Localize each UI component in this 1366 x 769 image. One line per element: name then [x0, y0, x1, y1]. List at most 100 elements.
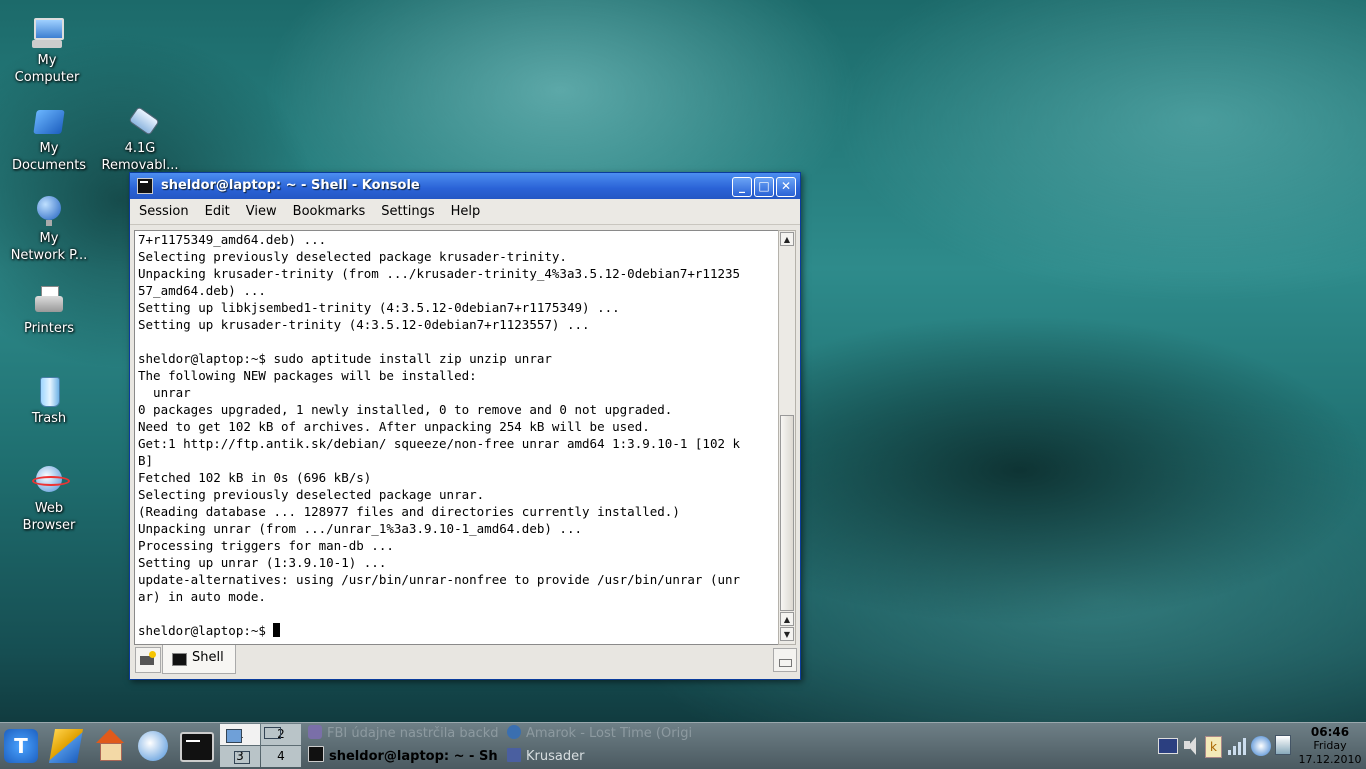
terminal-output[interactable]: 7+r1175349_amd64.deb) ... Selecting previ…	[134, 230, 779, 645]
krusader-icon	[507, 748, 521, 762]
volume-icon[interactable]	[1182, 736, 1198, 756]
documents-folder-icon	[32, 104, 66, 138]
terminal-line: Setting up krusader-trinity (4:3.5.12-0d…	[138, 317, 590, 332]
network-globe-icon	[32, 194, 66, 228]
terminal-line: unrar	[138, 385, 191, 400]
terminal-line: Fetched 102 kB in 0s (696 kB/s)	[138, 470, 372, 485]
menu-edit[interactable]: Edit	[196, 199, 237, 219]
terminal-prompt-line[interactable]: sheldor@laptop:~$	[135, 622, 778, 639]
terminal-prompt: sheldor@laptop:~$	[138, 623, 274, 638]
desktop-icon-removable[interactable]: 4.1G Removabl...	[95, 104, 185, 174]
usb-drive-icon	[123, 104, 160, 138]
terminal-line: Need to get 102 kB of archives. After un…	[138, 419, 650, 434]
terminal-line: Get:1 http://ftp.antik.sk/debian/ squeez…	[138, 436, 741, 451]
text-cursor	[273, 623, 281, 637]
terminal-icon	[308, 746, 324, 762]
terminal-line: Setting up unrar (1:3.9.10-1) ...	[138, 555, 387, 570]
update-icon[interactable]	[1251, 736, 1271, 756]
terminal-icon	[172, 653, 187, 666]
tab-shell[interactable]: Shell	[162, 645, 236, 674]
tab-bar: Shell	[130, 645, 798, 677]
menu-help[interactable]: Help	[442, 199, 488, 219]
clock-time: 06:46	[1310, 725, 1350, 739]
scroll-up-arrow-icon[interactable]: ▲	[780, 612, 794, 626]
desktop-icon-web-browser[interactable]: Web Browser	[4, 464, 94, 534]
scroll-down-arrow-icon[interactable]: ▼	[780, 627, 794, 641]
terminal-line: Selecting previously deselected package …	[138, 249, 567, 264]
web-browser-icon[interactable]	[138, 731, 168, 761]
menu-session[interactable]: Session	[130, 199, 196, 219]
terminal-line: ar) in auto mode.	[138, 589, 266, 604]
menu-bookmarks[interactable]: Bookmarks	[284, 199, 373, 219]
desktop-icon-network[interactable]: My Network P...	[4, 194, 94, 264]
amarok-icon	[507, 725, 521, 739]
task-krusader[interactable]: Krusader	[507, 746, 699, 768]
terminal-line: update-alternatives: using /usr/bin/unra…	[138, 572, 741, 587]
scrollbar-thumb[interactable]	[780, 415, 794, 611]
maximize-button[interactable]: □	[754, 177, 774, 197]
desktop-icon-trash[interactable]: Trash	[4, 374, 94, 427]
desktop-icon-label: Trash	[31, 411, 67, 426]
taskbar: T 1 2 3 4 FBI údajne nastrčila backd Ama…	[0, 722, 1366, 769]
network-signal-icon[interactable]	[1228, 736, 1248, 756]
task-konsole[interactable]: sheldor@laptop: ~ - Sh	[308, 746, 500, 768]
task-fbi[interactable]: FBI údajne nastrčila backd	[308, 723, 500, 745]
pager-desktop-2[interactable]: 2	[261, 724, 301, 745]
terminal-line: 7+r1175349_amd64.deb) ...	[138, 232, 327, 247]
desktop-icon-label: My Network P...	[10, 231, 88, 263]
terminal-line: Processing triggers for man-db ...	[138, 538, 394, 553]
desktop-icon-label: Printers	[23, 321, 75, 336]
menu-bar: Session Edit View Bookmarks Settings Help	[130, 199, 800, 225]
desktop-icon-my-computer[interactable]: My Computer	[2, 16, 92, 86]
clock[interactable]: 06:46 Friday 17.12.2010	[1296, 725, 1364, 767]
close-session-button[interactable]	[773, 648, 797, 672]
terminal-line: (Reading database ... 128977 files and d…	[138, 504, 680, 519]
new-session-button[interactable]	[135, 647, 161, 673]
window-titlebar[interactable]: sheldor@laptop: ~ - Shell - Konsole _ □ …	[130, 173, 800, 199]
pager-desktop-1[interactable]: 1	[220, 724, 260, 745]
terminal-line: Setting up libkjsembed1-trinity (4:3.5.1…	[138, 300, 620, 315]
home-folder-icon[interactable]	[93, 729, 127, 763]
desktop-icon-label: 4.1G Removabl...	[101, 141, 179, 173]
pager-desktop-4[interactable]: 4	[261, 746, 301, 767]
terminal-line: 0 packages upgraded, 1 newly installed, …	[138, 402, 673, 417]
task-amarok[interactable]: Amarok - Lost Time (Origi	[507, 723, 699, 745]
show-desktop-icon[interactable]	[49, 729, 83, 763]
desktop-icon-label: Web Browser	[22, 501, 76, 533]
menu-settings[interactable]: Settings	[372, 199, 441, 219]
tab-label: Shell	[192, 650, 224, 665]
terminal-line: 57_amd64.deb) ...	[138, 283, 266, 298]
kmenu-button[interactable]: T	[4, 729, 38, 763]
trash-icon	[32, 374, 66, 408]
terminal-icon[interactable]	[137, 178, 153, 194]
desktop-icon-label: My Documents	[11, 141, 87, 173]
terminal-icon[interactable]	[180, 732, 214, 762]
terminal-line: sheldor@laptop:~$ sudo aptitude install …	[138, 351, 552, 366]
battery-icon[interactable]	[1275, 735, 1291, 755]
terminal-line: The following NEW packages will be insta…	[138, 368, 477, 383]
desktop-icon-printers[interactable]: Printers	[4, 284, 94, 337]
clock-date: 17.12.2010	[1298, 753, 1362, 766]
terminal-line: Selecting previously deselected package …	[138, 487, 485, 502]
clock-day: Friday	[1313, 739, 1347, 752]
terminal-line: Unpacking krusader-trinity (from .../kru…	[138, 266, 741, 281]
mail-icon[interactable]	[1158, 738, 1178, 754]
desktop-icon-my-documents[interactable]: My Documents	[4, 104, 94, 174]
browser-icon	[308, 725, 322, 739]
menu-view[interactable]: View	[237, 199, 284, 219]
close-button[interactable]: ✕	[776, 177, 796, 197]
computer-icon	[30, 16, 64, 50]
terminal-scrollbar[interactable]: ▲ ▲ ▼	[778, 230, 796, 645]
scroll-up-arrow-icon[interactable]: ▲	[780, 232, 794, 246]
pager-desktop-3[interactable]: 3	[220, 746, 260, 767]
terminal-line: B]	[138, 453, 154, 468]
klipper-icon[interactable]: k	[1205, 736, 1222, 758]
desktop-icon-label: My Computer	[14, 53, 80, 85]
terminal-line: Unpacking unrar (from .../unrar_1%3a3.9.…	[138, 521, 583, 536]
konsole-window: sheldor@laptop: ~ - Shell - Konsole _ □ …	[129, 172, 801, 680]
minimize-button[interactable]: _	[732, 177, 752, 197]
printer-icon	[32, 284, 66, 318]
desktop-pager: 1 2 3 4	[220, 723, 302, 768]
